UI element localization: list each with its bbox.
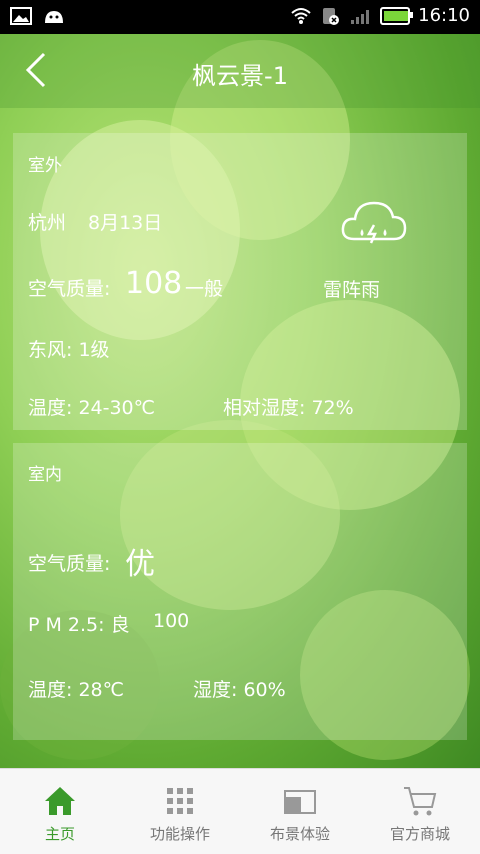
home-icon bbox=[43, 785, 77, 817]
thunderstorm-cloud-icon bbox=[340, 195, 408, 251]
nav-label: 主页 bbox=[44, 825, 75, 843]
page-title: 枫云景-1 bbox=[192, 62, 288, 90]
android-icon bbox=[42, 7, 64, 25]
scene-icon bbox=[283, 785, 317, 817]
nav-shop[interactable]: 官方商城 bbox=[360, 769, 480, 854]
wind: 东风: 1级 bbox=[28, 339, 110, 361]
pm25-value: 100 bbox=[153, 610, 190, 632]
outdoor-aqi-level: 一般 bbox=[185, 278, 224, 300]
outdoor-card: 室外 杭州 8月13日 空气质量: 108 一般 雷阵雨 东风: 1级 温度: … bbox=[13, 133, 467, 430]
status-bar: 16:10 bbox=[0, 0, 480, 34]
indoor-label: 室内 bbox=[28, 465, 62, 485]
indoor-aqi-label: 空气质量: bbox=[28, 553, 111, 575]
header-bar: 枫云景-1 bbox=[0, 34, 480, 108]
weather-text: 雷阵雨 bbox=[323, 279, 381, 301]
wifi-icon bbox=[290, 7, 312, 25]
cart-icon bbox=[403, 785, 437, 817]
indoor-aqi-value: 优 bbox=[125, 547, 155, 582]
nav-functions[interactable]: 功能操作 bbox=[120, 769, 240, 854]
nav-scene[interactable]: 布景体验 bbox=[240, 769, 360, 854]
city-name: 杭州 bbox=[28, 212, 67, 234]
image-icon bbox=[10, 7, 32, 25]
nav-home[interactable]: 主页 bbox=[0, 769, 120, 854]
outdoor-aqi-label: 空气质量: bbox=[28, 278, 111, 300]
outdoor-temperature: 温度: 24-30℃ bbox=[28, 397, 155, 419]
outdoor-aqi-value: 108 bbox=[125, 266, 183, 301]
signal-icon bbox=[350, 7, 372, 25]
outdoor-humidity: 相对湿度: 72% bbox=[223, 397, 354, 419]
nav-label: 布景体验 bbox=[269, 825, 330, 843]
battery-icon bbox=[380, 6, 414, 25]
clock: 16:10 bbox=[418, 5, 470, 26]
indoor-temperature: 温度: 28℃ bbox=[28, 679, 124, 701]
no-sim-icon bbox=[320, 7, 342, 25]
bottom-nav: 主页 功能操作 布景体验 官方商城 bbox=[0, 768, 480, 854]
indoor-humidity: 湿度: 60% bbox=[193, 679, 286, 701]
outdoor-label: 室外 bbox=[28, 156, 62, 176]
nav-label: 官方商城 bbox=[389, 825, 450, 843]
date: 8月13日 bbox=[88, 212, 163, 234]
nav-label: 功能操作 bbox=[149, 825, 210, 843]
grid-icon bbox=[163, 785, 197, 817]
indoor-card: 室内 空气质量: 优 P M 2.5: 良 100 温度: 28℃ 湿度: 60… bbox=[13, 443, 467, 740]
pm25-label: P M 2.5: 良 bbox=[28, 614, 130, 636]
